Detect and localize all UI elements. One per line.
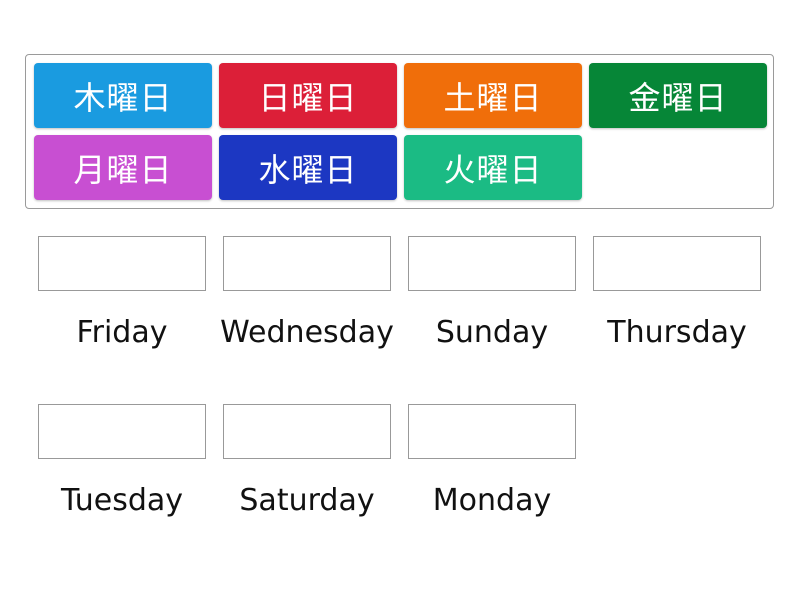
tile-saturday-jp[interactable]: 土曜日 <box>404 63 582 128</box>
target-label: Friday <box>76 315 168 350</box>
tile-wednesday-jp[interactable]: 水曜日 <box>219 135 397 200</box>
drop-slot-friday[interactable] <box>38 236 206 291</box>
tile-friday-jp[interactable]: 金曜日 <box>589 63 767 128</box>
target-label: Saturday <box>239 483 375 518</box>
drop-slot-saturday[interactable] <box>223 404 391 459</box>
drop-slot-tuesday[interactable] <box>38 404 206 459</box>
target-label: Thursday <box>607 315 747 350</box>
target-label: Wednesday <box>220 315 394 350</box>
tile-tuesday-jp[interactable]: 火曜日 <box>404 135 582 200</box>
drop-slot-thursday[interactable] <box>593 236 761 291</box>
tile-sunday-jp[interactable]: 日曜日 <box>219 63 397 128</box>
tile-thursday-jp[interactable]: 木曜日 <box>34 63 212 128</box>
tile-monday-jp[interactable]: 月曜日 <box>34 135 212 200</box>
target-label: Tuesday <box>60 483 184 518</box>
drop-slot-sunday[interactable] <box>408 236 576 291</box>
drop-slot-wednesday[interactable] <box>223 236 391 291</box>
drop-slot-monday[interactable] <box>408 404 576 459</box>
target-label: Sunday <box>435 315 549 350</box>
target-label: Monday <box>432 483 552 518</box>
